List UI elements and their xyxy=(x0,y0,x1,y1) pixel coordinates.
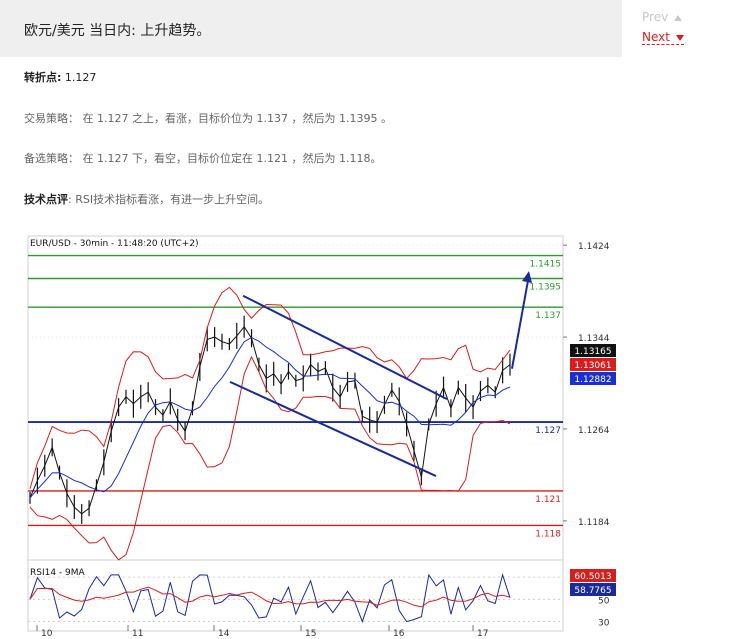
strategy-line: 交易策略： 在 1.127 之上，看涨，目标价位为 1.137 ，然后为 1.1… xyxy=(24,110,392,126)
eurusd-chart: EUR/USD - 30min - 11:48:20 (UTC+2) 1.1424… xyxy=(27,235,616,639)
level-label: 1.1415 xyxy=(530,260,562,270)
x-tick-label: 14 xyxy=(218,629,230,639)
pager: Prev Next xyxy=(642,10,684,45)
page-title: 欧元/美元 当日内: 上升趋势。 xyxy=(24,23,211,39)
price-tag-label: 1.13061 xyxy=(574,361,611,371)
alt-strategy-label: 备选策略： xyxy=(24,152,79,165)
price-tag-label: 1.13165 xyxy=(574,347,611,357)
price-tag-label: 1.12882 xyxy=(574,375,611,385)
rsi-ma-line xyxy=(29,586,511,608)
alt-strategy-line: 备选策略： 在 1.127 下，看空，目标价位定在 1.121 ，然后为 1.1… xyxy=(24,150,381,166)
y-tick-label: 1.1424 xyxy=(578,242,610,252)
prev-label: Prev xyxy=(642,10,669,24)
level-label: 1.118 xyxy=(535,529,561,539)
level-label: 1.127 xyxy=(535,426,561,436)
rsi-value-label: 60.5013 xyxy=(574,572,611,582)
alt-strategy-text: 在 1.127 下，看空，目标价位定在 1.121 ，然后为 1.118。 xyxy=(82,152,382,165)
comment-label: 技术点评 xyxy=(24,193,68,206)
level-label: 1.121 xyxy=(535,495,561,505)
y-tick-label: 1.1264 xyxy=(578,426,610,436)
lower-band-line xyxy=(29,355,511,561)
y-tick-label: 1.1344 xyxy=(578,334,610,344)
forecast-arrow-line xyxy=(511,274,530,369)
x-tick-label: 17 xyxy=(477,629,488,639)
next-label: Next xyxy=(642,30,670,44)
rsi-tick-label: 30 xyxy=(598,619,610,629)
upper-band-line xyxy=(29,286,511,489)
moving-average-line xyxy=(29,337,511,499)
price-line xyxy=(29,325,511,515)
prev-link[interactable]: Prev xyxy=(642,10,684,30)
level-label: 1.1395 xyxy=(530,282,562,292)
rsi-title: RSI14 - 9MA xyxy=(30,568,86,578)
arrow-down-icon xyxy=(675,34,684,41)
pivot-line: 转折点: 1.127 xyxy=(24,69,96,85)
x-tick-label: 15 xyxy=(305,629,316,639)
x-tick-label: 11 xyxy=(132,629,143,639)
chart-title: EUR/USD - 30min - 11:48:20 (UTC+2) xyxy=(30,239,199,249)
arrow-up-icon xyxy=(674,14,683,21)
forecast-arrow-head xyxy=(522,271,532,284)
pivot-value: 1.127 xyxy=(64,71,97,84)
level-label: 1.137 xyxy=(535,311,561,321)
x-tick-label: 16 xyxy=(393,629,405,639)
next-link[interactable]: Next xyxy=(642,30,684,45)
rsi-tick-label: 50 xyxy=(598,596,610,606)
header-bar: 欧元/美元 当日内: 上升趋势。 xyxy=(0,0,622,57)
plot-frame xyxy=(27,235,564,632)
comment-line: 技术点评: RSI技术指标看涨，有进一步上升空间。 xyxy=(24,191,269,207)
pivot-label: 转折点: xyxy=(24,71,62,84)
x-tick-label: 10 xyxy=(41,629,53,639)
y-tick-label: 1.1184 xyxy=(578,518,610,528)
strategy-label: 交易策略： xyxy=(24,112,79,125)
comment-text: : RSI技术指标看涨，有进一步上升空间。 xyxy=(68,193,270,206)
strategy-text: 在 1.127 之上，看涨，目标价位为 1.137 ，然后为 1.1395 。 xyxy=(82,112,392,125)
rsi-value-label: 58.7765 xyxy=(574,586,611,596)
